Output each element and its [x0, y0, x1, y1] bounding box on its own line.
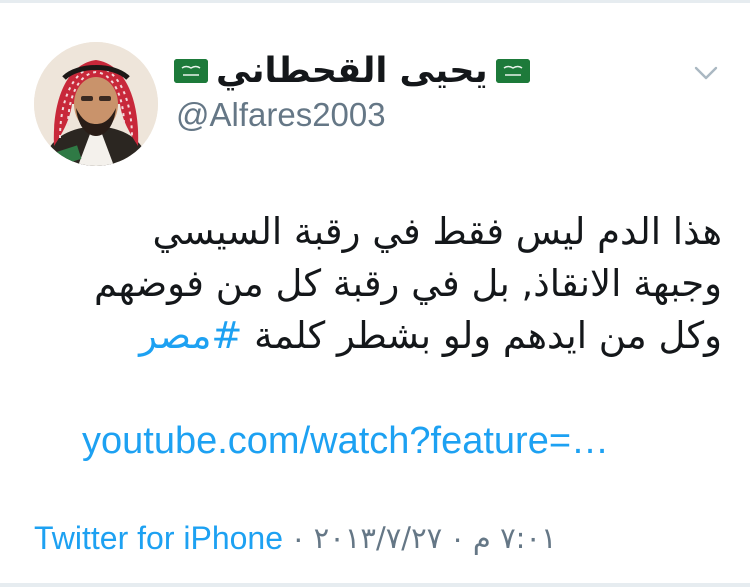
chevron-down-icon[interactable]	[686, 56, 726, 92]
source-link[interactable]: Twitter for iPhone	[34, 520, 283, 557]
user-handle[interactable]: @Alfares2003	[176, 96, 386, 134]
tweet-meta: Twitter for iPhone · ٢٠١٣/٧/٢٧ · ٧:٠١ م	[34, 516, 557, 560]
hashtag-link[interactable]: #مصر	[139, 314, 242, 357]
meta-separator: ·	[452, 519, 463, 556]
saudi-flag-icon	[495, 59, 530, 83]
tweet-header: يحيى القحطاني @Alfares2003	[0, 0, 750, 170]
saudi-flag-icon	[174, 59, 208, 83]
display-name-row[interactable]: يحيى القحطاني	[174, 46, 530, 96]
tweet-line: هذا الدم ليس فقط في رقبة السيسي	[152, 210, 722, 253]
avatar[interactable]	[34, 42, 158, 166]
tweet-line: وكل من ايدهم ولو بشطر كلمة #مصر	[22, 310, 722, 362]
bottom-divider	[0, 583, 750, 587]
profile-photo-image	[34, 42, 158, 166]
tweet-time: ٧:٠١ م	[472, 521, 557, 555]
tweet-text: هذا الدم ليس فقط في رقبة السيسي وجبهة ال…	[22, 206, 722, 362]
tweet-line: وجبهة الانقاذ, بل في رقبة كل من فوضهم	[94, 262, 722, 305]
tweet-line-text: وكل من ايدهم ولو بشطر كلمة	[242, 314, 722, 357]
display-name: يحيى القحطاني	[216, 50, 488, 91]
tweet-date: ٢٠١٣/٧/٢٧	[313, 521, 443, 555]
meta-separator: ·	[293, 519, 304, 556]
youtube-link[interactable]: youtube.com/watch?feature=…	[82, 420, 609, 463]
